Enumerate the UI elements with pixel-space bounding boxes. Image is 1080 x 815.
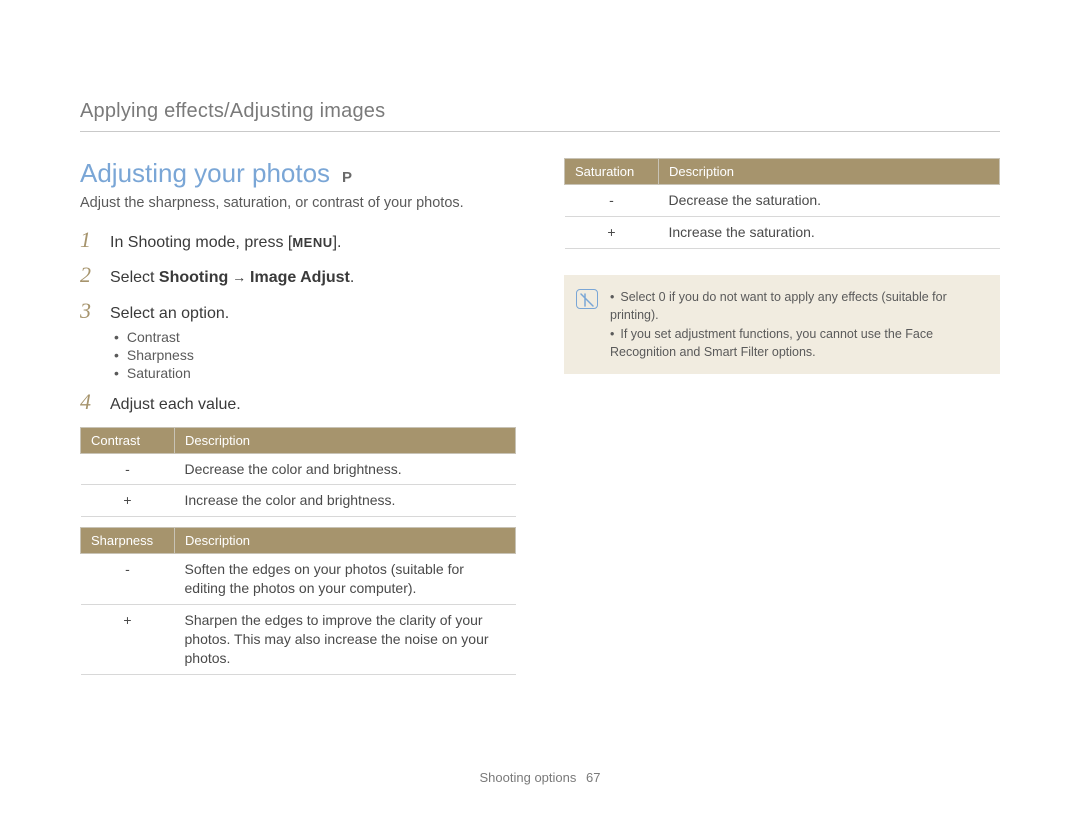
option-list: Contrast Sharpness Saturation	[114, 329, 516, 381]
section-title-text: Adjusting your photos	[80, 158, 330, 189]
saturation-table: Saturation Description - Decrease the sa…	[564, 158, 1000, 249]
page-number: 67	[586, 770, 600, 785]
step-4: 4 Adjust each value.	[80, 389, 516, 416]
note-item: Select 0 if you do not want to apply any…	[610, 288, 986, 324]
table-cell-key: +	[81, 485, 175, 517]
table-cell-key: -	[81, 453, 175, 485]
step-number: 4	[80, 389, 98, 415]
step-3: 3 Select an option.	[80, 298, 516, 325]
table-cell-desc: Sharpen the edges to improve the clarity…	[175, 605, 516, 675]
sharpness-table: Sharpness Description - Soften the edges…	[80, 527, 516, 674]
table-header: Saturation	[565, 159, 659, 185]
table-row: + Increase the color and brightness.	[81, 485, 516, 517]
step-number: 1	[80, 227, 98, 253]
table-row: - Decrease the color and brightness.	[81, 453, 516, 485]
section-subtitle: Adjust the sharpness, saturation, or con…	[80, 195, 516, 211]
step-text: Select an option.	[110, 303, 229, 325]
table-cell-desc: Increase the color and brightness.	[175, 485, 516, 517]
table-cell-desc: Increase the saturation.	[659, 216, 1000, 248]
table-cell-key: +	[565, 216, 659, 248]
breadcrumb: Applying effects/Adjusting images	[80, 100, 1000, 132]
mode-indicator: P	[342, 169, 352, 186]
list-item: Contrast	[114, 329, 516, 345]
table-header: Description	[175, 427, 516, 453]
table-row: + Sharpen the edges to improve the clari…	[81, 605, 516, 675]
note-box: Select 0 if you do not want to apply any…	[564, 275, 1000, 375]
table-header: Contrast	[81, 427, 175, 453]
table-header: Description	[659, 159, 1000, 185]
step-number: 3	[80, 298, 98, 324]
step-text: Adjust each value.	[110, 394, 241, 416]
table-cell-key: -	[565, 185, 659, 217]
list-item: Sharpness	[114, 347, 516, 363]
table-cell-desc: Soften the edges on your photos (suitabl…	[175, 554, 516, 605]
table-header: Description	[175, 528, 516, 554]
steps-list-continued: 4 Adjust each value.	[80, 389, 516, 416]
step-text: Select Shooting → Image Adjust.	[110, 267, 354, 289]
step-number: 2	[80, 262, 98, 288]
steps-list: 1 In Shooting mode, press [MENU]. 2 Sele…	[80, 227, 516, 325]
step-2: 2 Select Shooting → Image Adjust.	[80, 262, 516, 289]
menu-key-icon: MENU	[292, 234, 332, 252]
table-cell-desc: Decrease the color and brightness.	[175, 453, 516, 485]
table-row: + Increase the saturation.	[565, 216, 1000, 248]
section-title: Adjusting your photos P	[80, 158, 516, 189]
page-footer: Shooting options 67	[0, 770, 1080, 785]
note-item: If you set adjustment functions, you can…	[610, 325, 986, 361]
step-1: 1 In Shooting mode, press [MENU].	[80, 227, 516, 254]
note-list: Select 0 if you do not want to apply any…	[610, 287, 986, 363]
right-column: Saturation Description - Decrease the sa…	[564, 158, 1000, 675]
footer-section: Shooting options	[480, 770, 577, 785]
manual-page: Applying effects/Adjusting images Adjust…	[0, 0, 1080, 815]
table-row: - Soften the edges on your photos (suita…	[81, 554, 516, 605]
table-cell-key: -	[81, 554, 175, 605]
list-item: Saturation	[114, 365, 516, 381]
left-column: Adjusting your photos P Adjust the sharp…	[80, 158, 516, 675]
step-text: In Shooting mode, press [MENU].	[110, 232, 342, 254]
table-row: - Decrease the saturation.	[565, 185, 1000, 217]
note-icon	[576, 289, 598, 309]
contrast-table: Contrast Description - Decrease the colo…	[80, 427, 516, 518]
table-cell-key: +	[81, 605, 175, 675]
table-header: Sharpness	[81, 528, 175, 554]
table-cell-desc: Decrease the saturation.	[659, 185, 1000, 217]
